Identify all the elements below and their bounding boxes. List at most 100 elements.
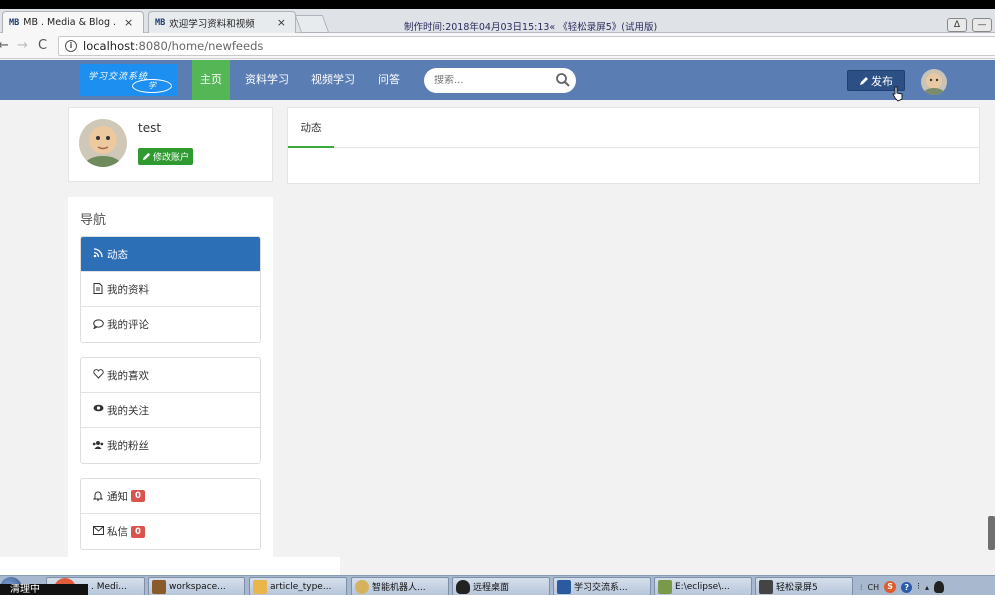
taskbar-item-robot[interactable]: 智能机器人... (351, 577, 449, 595)
taskbar-item-eclipse-folder[interactable]: E:\eclipse\... (654, 577, 752, 595)
new-tab-button[interactable] (294, 15, 330, 33)
recording-watermark: 制作时间:2018年04月03日15:13« 《轻松录屏5》(试用版) (404, 22, 658, 33)
sidebar-item-my-materials[interactable]: 我的资料 (81, 272, 260, 307)
close-icon[interactable]: × (124, 16, 133, 29)
url-host: localhost (83, 39, 135, 53)
sidebar-item-my-following[interactable]: 我的关注 (81, 393, 260, 428)
logo-emblem: 学 (132, 79, 172, 93)
user-avatar[interactable] (921, 69, 947, 95)
tab-feed[interactable]: 动态 (288, 108, 334, 148)
profile-card: test 修改账户 (68, 107, 273, 182)
taskbar-item-label: 远程桌面 (473, 583, 510, 593)
qq-penguin-icon (456, 579, 470, 594)
eclipse-app-icon (152, 579, 166, 594)
pencil-icon (142, 152, 151, 161)
sidebar-item-label: 我的评论 (107, 319, 149, 331)
sidebar-item-messages[interactable]: 私信 0 (81, 514, 260, 549)
sidebar-item-my-likes[interactable]: 我的喜欢 (81, 358, 260, 393)
nav-materials[interactable]: 资料学习 (237, 60, 297, 100)
feed-panel: 动态 (287, 107, 980, 184)
taskbar-item-label: E:\eclipse\... (675, 581, 730, 592)
nav-group-social: 我的喜欢 我的关注 我的粉丝 (80, 357, 261, 464)
rss-icon (92, 248, 104, 260)
taskbar-item-word-doc[interactable]: 学习交流系... (553, 577, 651, 595)
tab-media-blog[interactable]: MB MB . Media & Blog . × (2, 11, 144, 33)
close-icon[interactable]: × (277, 16, 286, 29)
heart-icon (92, 369, 104, 381)
document-icon (92, 283, 104, 295)
notification-count-badge: 0 (131, 490, 145, 502)
taskbar-item-article-type[interactable]: article_type... (249, 577, 347, 595)
search-icon[interactable] (555, 72, 571, 88)
sidebar-item-label: 私信 (107, 526, 128, 538)
taskbar-item-label: article_type... (270, 581, 332, 592)
nav-group-content: 动态 我的资料 我的评论 (80, 236, 261, 343)
taskbar-item-label: 轻松录屏5 (776, 583, 818, 593)
reload-icon[interactable]: C (38, 38, 47, 53)
users-icon (92, 440, 104, 452)
user-profile-icon[interactable]: ᐃ (947, 18, 967, 32)
sogou-ime-icon[interactable]: S (884, 581, 897, 593)
sidebar-item-label: 我的粉丝 (107, 440, 149, 452)
sidebar-item-my-fans[interactable]: 我的粉丝 (81, 428, 260, 463)
pencil-icon (860, 76, 868, 85)
site-logo[interactable]: 学习交流系统 学 (80, 64, 177, 96)
bell-icon (92, 490, 104, 502)
mb-favicon-icon: MB (9, 17, 20, 28)
nav-group-messages: 通知 0 私信 0 (80, 478, 261, 550)
feed-tab-row: 动态 (288, 108, 979, 148)
edit-account-button[interactable]: 修改账户 (138, 148, 194, 165)
sidebar-item-label: 通知 (107, 490, 128, 503)
profile-avatar[interactable] (79, 119, 127, 167)
sidebar-item-notifications[interactable]: 通知 0 (81, 479, 260, 514)
system-tray: ⁞ CH S ? ⁝ ▴ (856, 578, 995, 595)
network-icon[interactable]: ⁝ (917, 582, 920, 592)
back-arrow-icon[interactable]: ← (0, 38, 9, 53)
tray-language[interactable]: CH (868, 583, 880, 592)
taskbar-item-label: 学习交流系... (574, 583, 628, 593)
sidebar-item-label: 我的资料 (107, 283, 149, 296)
search-input[interactable] (434, 75, 554, 86)
nav-home[interactable]: 主页 (192, 60, 230, 100)
tab-study-materials[interactable]: MB 欢迎学习资料和视频 × (148, 11, 296, 33)
message-count-badge: 0 (131, 525, 145, 538)
sidebar-nav: 导航 动态 我的资料 我的评论 我的喜欢 我的关注 我的粉丝 通知 0 私信 0 (68, 197, 273, 557)
sidebar-item-label: 我的关注 (107, 404, 149, 417)
sidebar-title: 导航 (80, 213, 107, 228)
page-bottom-strip (0, 557, 340, 575)
edit-account-label: 修改账户 (153, 153, 190, 163)
search-box (424, 68, 576, 93)
publish-label: 发布 (871, 74, 893, 88)
editor-app-icon (658, 579, 672, 594)
sidebar-item-feed[interactable]: 动态 (81, 237, 260, 272)
comment-icon (92, 318, 104, 331)
top-black-strip (0, 0, 995, 9)
nav-qa[interactable]: 问答 (370, 60, 408, 100)
url-field[interactable]: i localhost:8080/home/newfeeds (58, 36, 995, 56)
nav-videos[interactable]: 视频学习 (303, 60, 363, 100)
taskbar-item-remote-desktop[interactable]: 远程桌面 (452, 577, 550, 595)
browser-tab-bar: MB MB . Media & Blog . × MB 欢迎学习资料和视频 × … (0, 9, 995, 33)
taskbar-item-workspace[interactable]: workspace... (148, 577, 245, 595)
address-bar-row: ← → C i localhost:8080/home/newfeeds (0, 33, 995, 59)
qq-tray-icon[interactable] (934, 581, 945, 593)
taskbar-item-label: . Medi... (91, 581, 127, 592)
taskbar-item-screen-recorder[interactable]: 轻松录屏5 (755, 577, 853, 595)
tab-label: MB . Media & Blog . (23, 17, 117, 28)
forward-arrow-icon[interactable]: → (17, 38, 28, 53)
username: test (138, 121, 162, 135)
info-icon[interactable]: i (65, 40, 77, 52)
taskbar-item-label: workspace... (169, 581, 226, 592)
help-icon[interactable]: ? (901, 581, 913, 593)
mouse-cursor-icon (892, 86, 903, 102)
minimize-icon[interactable]: — (972, 18, 992, 32)
sidebar-item-my-comments[interactable]: 我的评论 (81, 307, 260, 342)
scrollbar-thumb[interactable] (988, 516, 995, 550)
sidebar-item-label: 动态 (107, 248, 128, 261)
os-taskbar: . Medi... workspace... article_type... 智… (0, 575, 995, 595)
eye-icon (92, 404, 104, 416)
folder-icon (253, 579, 267, 594)
mb-favicon-icon: MB (155, 17, 166, 28)
envelope-icon (92, 525, 104, 538)
chevron-up-icon[interactable]: ▴ (925, 583, 929, 592)
